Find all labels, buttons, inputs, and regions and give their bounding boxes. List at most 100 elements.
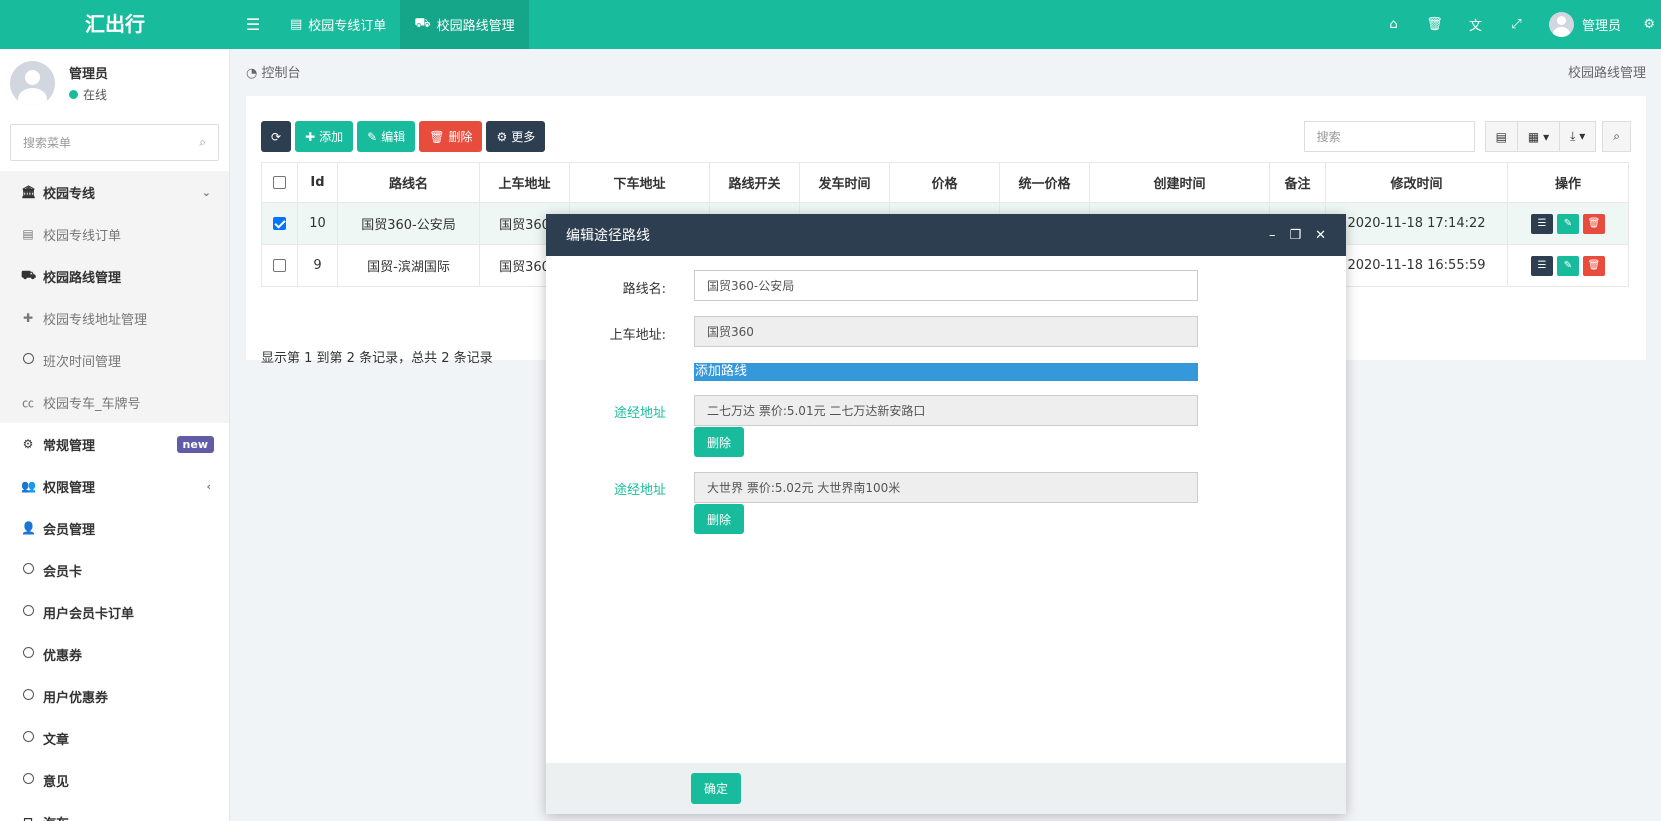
sidebar-item-member-card[interactable]: 会员卡 [0,549,229,591]
via-delete-button[interactable]: 删除 [694,427,744,457]
column-header[interactable]: 修改时间 [1325,162,1508,203]
pencil-icon: ✎ [1563,218,1573,229]
select-all-checkbox[interactable] [273,176,286,189]
sidebar-item-members[interactable]: 👤 会员管理 [0,507,229,549]
car-icon: ⊟ [21,815,35,821]
select-all-cell[interactable] [261,162,298,203]
translate-icon[interactable]: 文 [1455,0,1496,49]
dashboard-icon: ◔ [246,65,258,81]
add-button[interactable]: ✚ 添加 [295,121,354,152]
sidebar-item-cars[interactable]: ⊟ 汽车 [0,801,229,821]
sidebar-item-feedback[interactable]: 意见 [0,759,229,801]
delete-label: 删除 [448,130,473,144]
column-header[interactable]: 下车地址 [569,162,710,203]
sidebar-item-general[interactable]: ⚙ 常规管理 new [0,423,229,465]
row-select-cell[interactable] [261,244,298,287]
sidebar-item-label: 常规管理 [43,438,96,454]
sidebar-item-campus-line[interactable]: 🏛 校园专线 ⌄ [0,171,229,213]
user-status: 在线 [69,86,108,103]
list-icon: ☰ [1537,218,1547,229]
toolbar: ⟳ ✚ 添加 ✎ 编辑 🗑 删除 ⚙ 更多 [261,121,546,152]
sidebar-item-schedule-management[interactable]: 班次时间管理 [0,339,229,381]
row-checkbox[interactable] [273,259,286,272]
column-header[interactable]: 备注 [1269,162,1326,203]
via-address-input[interactable]: 二七万达 票价:5.01元 二七万达新安路口 [694,395,1198,426]
tab-route-management[interactable]: ⛟ 校园路线管理 [400,0,529,49]
advanced-search-button[interactable]: ⌕ [1602,121,1631,152]
sidebar-item-plate-number[interactable]: ㏄ 校园专车_车牌号 [0,381,229,423]
user-icon: 👤 [21,521,36,535]
sidebar-item-permissions[interactable]: 👥 权限管理 ‹ [0,465,229,507]
table-search-input[interactable]: 搜索 [1303,121,1475,152]
row-delete-button[interactable]: 🗑 [1583,255,1605,276]
grid-icon: ▦ ▾ [1527,129,1550,144]
edit-button[interactable]: ✎ 编辑 [357,121,416,152]
cell-name: 国贸360-公安局 [337,202,480,245]
home-icon[interactable]: ⌂ [1373,0,1414,49]
pencil-icon: ✎ [1563,260,1573,271]
column-header[interactable]: 创建时间 [1089,162,1270,203]
column-header[interactable]: 价格 [889,162,1000,203]
column-header[interactable]: 路线开关 [709,162,800,203]
view-buttons: ▤ ▦ ▾ ⤓ ▾ [1484,121,1597,152]
row-checkbox[interactable] [273,217,286,230]
via-address-input[interactable]: 大世界 票价:5.02元 大世界南100米 [694,472,1198,503]
sidebar-item-label: 校园专车_车牌号 [43,396,141,412]
menu-toggle-icon[interactable]: ☰ [230,0,276,49]
column-header[interactable]: 发车时间 [799,162,890,203]
delete-button[interactable]: 🗑 删除 [419,121,483,152]
confirm-button[interactable]: 确定 [691,773,741,804]
fullscreen-icon[interactable]: ⤢ [1496,0,1537,49]
sidebar-item-label: 权限管理 [43,480,96,496]
plus-icon: ✚ [305,129,316,144]
sidebar-item-label: 用户优惠券 [43,690,109,706]
tab-campus-orders[interactable]: ▤ 校园专线订单 [276,0,400,49]
list-icon: ▤ [290,17,303,32]
close-icon[interactable]: ✕ [1315,228,1326,243]
column-header[interactable]: 路线名 [337,162,480,203]
sidebar-item-route-management[interactable]: ⛟ 校园路线管理 [0,255,229,297]
row-edit-button[interactable]: ✎ [1557,255,1579,276]
column-header[interactable]: 统一价格 [999,162,1090,203]
sidebar-item-card-orders[interactable]: 用户会员卡订单 [0,591,229,633]
export-button[interactable]: ⤓ ▾ [1560,121,1597,152]
minimize-icon[interactable]: – [1269,228,1276,243]
refresh-button[interactable]: ⟳ [261,121,292,152]
add-route-button[interactable]: 添加路线 [694,363,1198,381]
row-select-cell[interactable] [261,202,298,245]
user-name: 管理员 [1581,19,1621,34]
via-delete-button[interactable]: 删除 [694,504,744,534]
app-logo[interactable]: 汇出行 [0,0,230,49]
column-header[interactable]: Id [297,162,338,203]
trash-icon[interactable]: 🗑 [1414,0,1455,49]
menu-search-input[interactable]: 搜索菜单 ⌕ [10,124,219,161]
route-name-input[interactable]: 国贸360-公安局 [694,270,1198,301]
sidebar-item-user-coupons[interactable]: 用户优惠券 [0,675,229,717]
detail-button[interactable]: ☰ [1531,255,1553,276]
maximize-icon[interactable]: ❐ [1289,228,1301,243]
detail-button[interactable]: ☰ [1531,213,1553,234]
breadcrumb-home[interactable]: ◔ 控制台 [246,62,301,81]
cell-actions: ☰ ✎ 🗑 [1507,202,1629,245]
sidebar-item-address-management[interactable]: ✚ 校园专线地址管理 [0,297,229,339]
sidebar-item-label: 用户会员卡订单 [43,606,135,622]
sidebar-item-coupons[interactable]: 优惠券 [0,633,229,675]
sidebar-item-articles[interactable]: 文章 [0,717,229,759]
row-delete-button[interactable]: 🗑 [1583,213,1605,234]
toggle-view-button[interactable]: ▤ [1484,121,1518,152]
row-edit-button[interactable]: ✎ [1557,213,1579,234]
columns-button[interactable]: ▦ ▾ [1517,121,1561,152]
via-label: 途经地址 [613,406,666,421]
top-navbar: ☰ ▤ 校园专线订单 ⛟ 校园路线管理 ⌂ 🗑 文 ⤢ 管理员 ⚙ [230,0,1661,49]
trash-icon: 🗑 [429,129,445,144]
bank-icon: 🏛 [21,185,37,199]
sidebar-item-label: 文章 [43,732,70,748]
sidebar-item-campus-orders[interactable]: ▤ 校园专线订单 [0,213,229,255]
more-label: 更多 [511,130,536,144]
tab-label: 校园专线订单 [308,19,387,34]
more-button[interactable]: ⚙ 更多 [486,121,546,152]
cell-name: 国贸-滨湖国际 [337,244,480,287]
column-header[interactable]: 上车地址 [479,162,570,203]
cogs-icon[interactable]: ⚙ [1643,0,1655,49]
new-badge: new [176,435,214,453]
